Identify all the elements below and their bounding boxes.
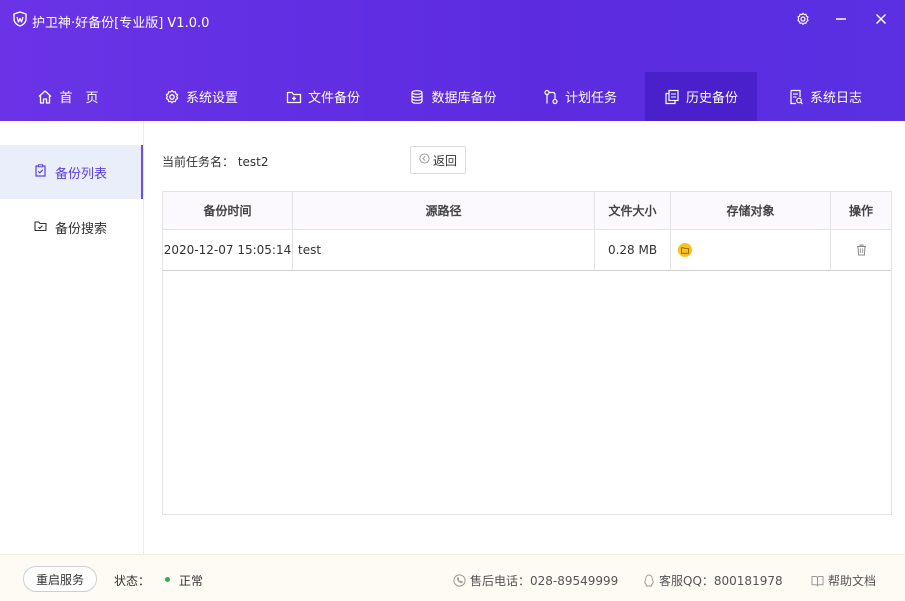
minimize-icon[interactable] [829, 8, 853, 30]
sidebar-item-backup-search[interactable]: 备份搜索 [0, 200, 143, 254]
shield-logo-icon [12, 11, 28, 27]
support-qq-text: 客服QQ：800181978 [659, 574, 783, 588]
cell-file-size: 0.28 MB [595, 230, 671, 270]
support-qq: 客服QQ：800181978 [643, 572, 783, 589]
status-dot [165, 577, 170, 582]
sidebar-item-backup-list[interactable]: 备份列表 [0, 145, 143, 199]
trash-icon[interactable] [856, 244, 867, 256]
header-source-path: 源路径 [293, 192, 595, 229]
clipboard-check-icon [34, 163, 47, 181]
sidebar: 备份列表 备份搜索 [0, 121, 144, 554]
back-button-label: 返回 [432, 153, 457, 168]
app-header: 护卫神·好备份[专业版] V1.0.0 首 页 系统设置 文件备份 数据库备份 … [0, 0, 905, 121]
cell-source-path: test [293, 230, 595, 270]
nav-home[interactable]: 首 页 [20, 72, 116, 121]
nav-system-settings-label: 系统设置 [185, 91, 238, 106]
copy-icon [664, 89, 680, 105]
support-phone: 售后电话：028-89549999 [453, 572, 618, 589]
help-docs-link[interactable]: 帮助文档 [811, 572, 876, 589]
support-phone-text: 售后电话：028-89549999 [470, 574, 619, 588]
restart-service-button[interactable]: 重启服务 [23, 566, 97, 592]
header-file-size: 文件大小 [595, 192, 671, 229]
table-row[interactable]: 2020-12-07 15:05:14 test 0.28 MB [163, 230, 891, 271]
cell-storage-target [671, 230, 831, 270]
nav-system-log-label: 系统日志 [809, 91, 862, 106]
nav-system-log[interactable]: 系统日志 [775, 72, 875, 121]
book-icon [811, 575, 824, 587]
nav-file-backup[interactable]: 文件备份 [272, 72, 374, 121]
current-task-label: 当前任务名： test2 [162, 155, 269, 169]
backup-table: 备份时间 源路径 文件大小 存储对象 操作 2020-12-07 15:05:1… [162, 191, 892, 515]
sidebar-item-label: 备份搜索 [55, 221, 108, 237]
nav-history-backup-label: 历史备份 [685, 91, 738, 106]
nav-scheduled-tasks[interactable]: 计划任务 [530, 72, 630, 121]
qq-icon [643, 574, 655, 587]
settings-icon[interactable] [791, 8, 815, 30]
nav-home-label: 首 页 [59, 91, 99, 106]
app-title: 护卫神·好备份[专业版] V1.0.0 [32, 16, 210, 31]
folder-search-icon [34, 219, 47, 236]
cell-actions [831, 230, 891, 270]
gear-icon [164, 89, 180, 105]
log-icon [788, 89, 804, 105]
nav-scheduled-tasks-label: 计划任务 [564, 91, 617, 106]
sidebar-item-label: 备份列表 [55, 166, 108, 182]
header-storage-target: 存储对象 [671, 192, 831, 229]
schedule-icon [543, 89, 559, 105]
table-header: 备份时间 源路径 文件大小 存储对象 操作 [163, 192, 891, 230]
header-actions: 操作 [848, 204, 873, 218]
header-backup-time: 备份时间 [163, 192, 293, 229]
folder-plus-icon [286, 89, 302, 105]
status-label: 状态： [114, 574, 151, 588]
circle-arrow-icon [419, 153, 430, 167]
home-icon [37, 89, 53, 105]
back-button[interactable]: 返回 [410, 146, 466, 174]
title-bar[interactable]: 护卫神·好备份[专业版] V1.0.0 [0, 0, 905, 40]
phone-icon [453, 574, 466, 587]
nav-file-backup-label: 文件备份 [307, 91, 360, 106]
cell-backup-time: 2020-12-07 15:05:14 [163, 230, 293, 270]
status-bar: 重启服务 状态： 正常 售后电话：028-89549999 客服QQ：80018… [0, 554, 905, 601]
help-docs-text: 帮助文档 [828, 574, 877, 588]
database-icon [409, 89, 425, 105]
status-value: 正常 [179, 574, 204, 588]
main-content: 当前任务名： test2 返回 备份时间 源路径 文件大小 存储对象 操作 20… [144, 121, 905, 554]
folder-icon[interactable] [678, 243, 692, 257]
nav-database-backup[interactable]: 数据库备份 [396, 72, 510, 121]
nav-system-settings[interactable]: 系统设置 [150, 72, 252, 121]
close-icon[interactable] [869, 8, 893, 30]
nav-history-backup[interactable]: 历史备份 [645, 72, 757, 121]
main-nav: 首 页 系统设置 文件备份 数据库备份 计划任务 历史备份 系统日志 [0, 72, 905, 121]
nav-database-backup-label: 数据库备份 [431, 91, 497, 106]
